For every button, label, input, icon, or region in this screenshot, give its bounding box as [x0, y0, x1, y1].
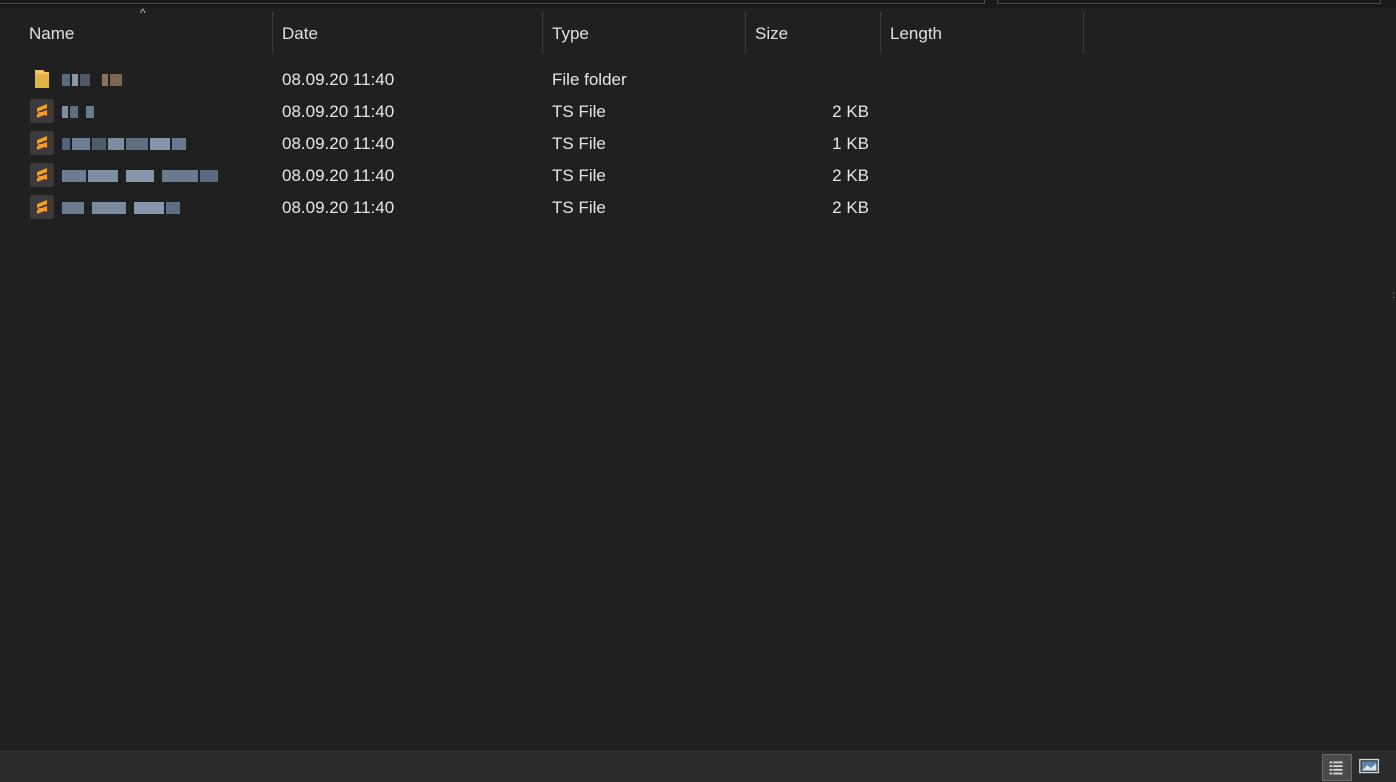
file-date: 08.09.20 11:40: [282, 134, 395, 153]
file-size: 2 KB: [832, 102, 869, 121]
file-type: TS File: [552, 198, 606, 217]
details-view-icon: [1329, 761, 1343, 775]
file-type: TS File: [552, 166, 606, 185]
file-date: 08.09.20 11:40: [282, 102, 395, 121]
status-bar: [0, 751, 1396, 782]
file-type: File folder: [552, 70, 627, 89]
file-size: 1 KB: [832, 134, 869, 153]
file-name-redacted: [62, 169, 218, 183]
table-row[interactable]: 08.09.20 11:40 TS File 2 KB: [0, 192, 1090, 224]
details-view-button[interactable]: [1322, 754, 1352, 781]
search-box[interactable]: [997, 0, 1381, 4]
folder-icon: [30, 67, 54, 91]
file-size: 2 KB: [832, 166, 869, 185]
table-row[interactable]: 08.09.20 11:40 TS File 1 KB: [0, 128, 1090, 160]
file-type: TS File: [552, 134, 606, 153]
file-type: TS File: [552, 102, 606, 121]
column-header-length[interactable]: Length: [881, 12, 1083, 53]
column-header-type[interactable]: Type: [543, 12, 745, 53]
file-size: 2 KB: [832, 198, 869, 217]
address-bar[interactable]: [0, 0, 985, 4]
file-size: [780, 64, 869, 96]
column-header-name[interactable]: Name: [20, 12, 272, 53]
large-icons-view-button[interactable]: [1356, 754, 1386, 781]
sublime-text-file-icon: [30, 131, 54, 155]
file-date: 08.09.20 11:40: [282, 166, 395, 185]
resize-grip-icon[interactable]: :: [1392, 290, 1396, 304]
file-name-redacted: [62, 105, 94, 119]
file-list: 08.09.20 11:40 File folder 08.09.20 11:4…: [0, 64, 1090, 224]
column-header-size[interactable]: Size: [746, 12, 880, 53]
sublime-text-file-icon: [30, 163, 54, 187]
table-row[interactable]: 08.09.20 11:40 File folder: [0, 64, 1090, 96]
file-date: 08.09.20 11:40: [282, 198, 395, 217]
table-row[interactable]: 08.09.20 11:40 TS File 2 KB: [0, 96, 1090, 128]
table-row[interactable]: 08.09.20 11:40 TS File 2 KB: [0, 160, 1090, 192]
file-name-redacted: [62, 73, 122, 87]
file-name-redacted: [62, 201, 180, 215]
sublime-text-file-icon: [30, 99, 54, 123]
column-header-date[interactable]: Date: [273, 12, 542, 53]
column-header-row: ^ Name Date Type Size Length: [0, 7, 1090, 53]
file-explorer-window: ^ Name Date Type Size Length 08.09.20 11…: [0, 0, 1396, 782]
file-name-redacted: [62, 137, 186, 151]
large-icons-view-icon: [1359, 758, 1380, 774]
top-toolbar-strip: [0, 0, 1396, 8]
column-resize-handle[interactable]: [1083, 12, 1084, 53]
file-date: 08.09.20 11:40: [282, 70, 395, 89]
sublime-text-file-icon: [30, 195, 54, 219]
